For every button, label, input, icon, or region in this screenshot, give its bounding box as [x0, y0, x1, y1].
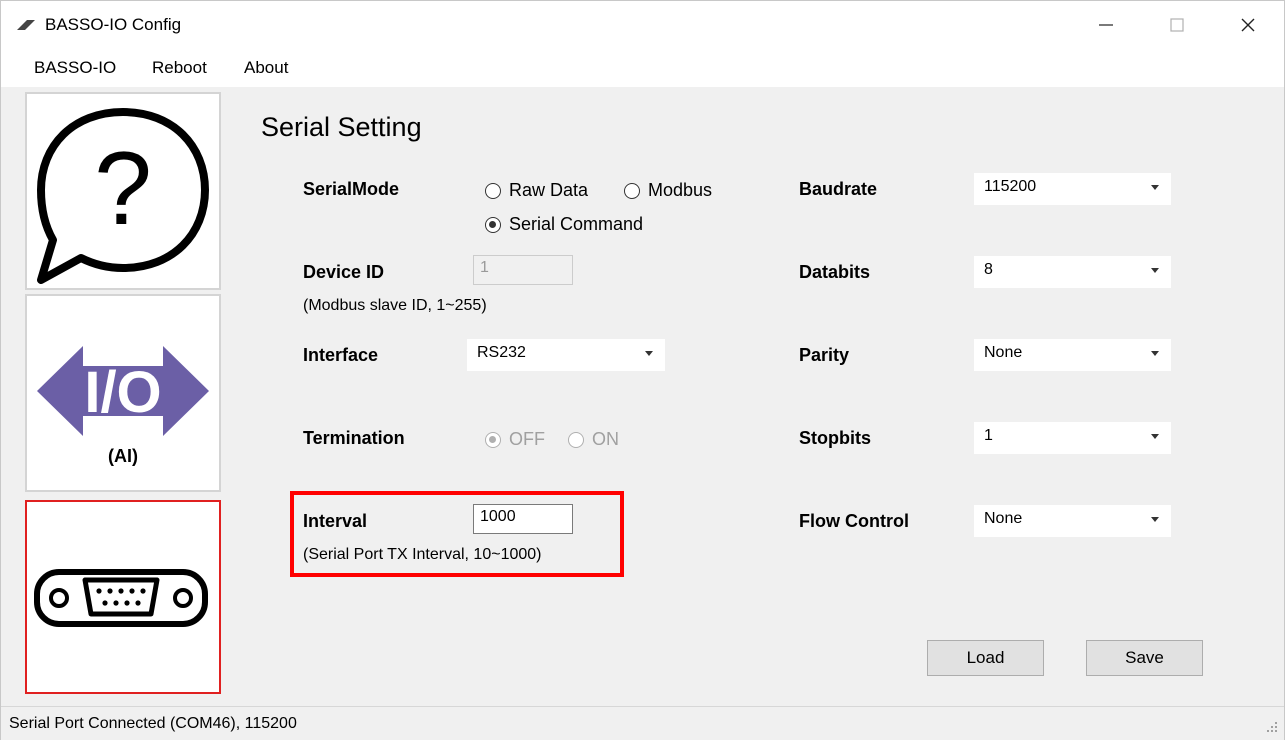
chevron-down-icon [1151, 351, 1159, 356]
chevron-down-icon [1151, 517, 1159, 522]
status-bar: Serial Port Connected (COM46), 115200 [1, 706, 1284, 740]
app-logo-icon [17, 20, 35, 30]
radio-raw-data[interactable]: Raw Data [485, 180, 588, 201]
radio-serial-command-circle [485, 216, 501, 233]
section-title: Serial Setting [261, 112, 422, 142]
device-id-label: Device ID [303, 262, 385, 282]
window-title: BASSO-IO Config [45, 15, 182, 34]
flow-control-label: Flow Control [799, 511, 909, 531]
interval-note: (Serial Port TX Interval, 10~1000) [303, 546, 542, 563]
status-text: Serial Port Connected (COM46), 115200 [9, 715, 297, 732]
menu-bar: BASSO-IO Reboot About [1, 49, 1284, 87]
load-button[interactable]: Load [927, 640, 1044, 676]
svg-text:?: ? [94, 131, 152, 247]
device-id-note: (Modbus slave ID, 1~255) [303, 297, 487, 314]
nav-io-sublabel: (AI) [108, 446, 138, 466]
serial-setting-panel: Serial Setting SerialMode Raw Data Modbu… [239, 88, 1279, 698]
chevron-down-icon [1151, 185, 1159, 190]
minimize-icon [1099, 24, 1113, 26]
minimize-button[interactable] [1075, 1, 1137, 49]
interval-input[interactable]: 1000 [473, 504, 573, 534]
stopbits-value: 1 [984, 427, 993, 444]
radio-serial-command-label: Serial Command [509, 214, 644, 234]
chevron-down-icon [645, 351, 653, 356]
parity-value: None [984, 344, 1023, 361]
interface-dropdown[interactable]: RS232 [467, 339, 665, 371]
radio-termination-on-circle [568, 431, 584, 448]
maximize-icon [1170, 18, 1184, 32]
app-window: BASSO-IO Config BASSO-IO Reboot About ? … [0, 0, 1285, 740]
interface-label: Interface [303, 345, 379, 365]
menu-reboot[interactable]: Reboot [152, 58, 207, 78]
baudrate-value: 115200 [984, 178, 1037, 195]
close-button[interactable] [1217, 1, 1279, 49]
radio-termination-off-circle [485, 431, 501, 448]
help-speech-bubble-icon: ? [37, 108, 209, 284]
serial-mode-label: SerialMode [303, 179, 400, 199]
nav-help-button[interactable]: ? [25, 92, 221, 290]
databits-value: 8 [984, 261, 993, 278]
radio-termination-on[interactable]: ON [568, 429, 619, 450]
radio-termination-on-label: ON [592, 429, 619, 449]
baudrate-label: Baudrate [799, 179, 878, 199]
chevron-down-icon [1151, 268, 1159, 273]
interface-value: RS232 [477, 344, 526, 361]
radio-serial-command[interactable]: Serial Command [485, 214, 643, 235]
title-bar: BASSO-IO Config [1, 1, 1284, 49]
flow-control-value: None [984, 510, 1023, 527]
device-id-input[interactable]: 1 [473, 255, 573, 285]
stopbits-label: Stopbits [799, 428, 871, 448]
interval-label: Interval [303, 511, 368, 531]
radio-modbus-circle [624, 182, 640, 199]
interval-highlight-box [290, 491, 624, 577]
nav-serial-button[interactable] [25, 500, 221, 694]
menu-about[interactable]: About [244, 58, 288, 78]
parity-dropdown[interactable]: None [974, 339, 1171, 371]
baudrate-dropdown[interactable]: 115200 [974, 173, 1171, 205]
parity-label: Parity [799, 345, 850, 365]
maximize-button[interactable] [1146, 1, 1208, 49]
radio-raw-data-label: Raw Data [509, 180, 589, 200]
nav-io-button[interactable]: I/O (AI) [25, 294, 221, 492]
serial-port-connector-icon [34, 569, 208, 627]
resize-grip-icon[interactable] [1266, 721, 1278, 733]
close-icon [1241, 18, 1255, 32]
chevron-down-icon [1151, 434, 1159, 439]
radio-modbus[interactable]: Modbus [624, 180, 712, 201]
radio-termination-off-label: OFF [509, 429, 545, 449]
radio-termination-off[interactable]: OFF [485, 429, 545, 450]
databits-dropdown[interactable]: 8 [974, 256, 1171, 288]
svg-text:I/O: I/O [84, 360, 161, 425]
termination-label: Termination [303, 428, 405, 448]
radio-modbus-label: Modbus [648, 180, 713, 200]
radio-raw-data-circle [485, 182, 501, 199]
stopbits-dropdown[interactable]: 1 [974, 422, 1171, 454]
databits-label: Databits [799, 262, 871, 282]
save-button[interactable]: Save [1086, 640, 1203, 676]
menu-basso-io[interactable]: BASSO-IO [34, 58, 116, 78]
flow-control-dropdown[interactable]: None [974, 505, 1171, 537]
nav-panel: ? I/O (AI) [11, 88, 229, 698]
